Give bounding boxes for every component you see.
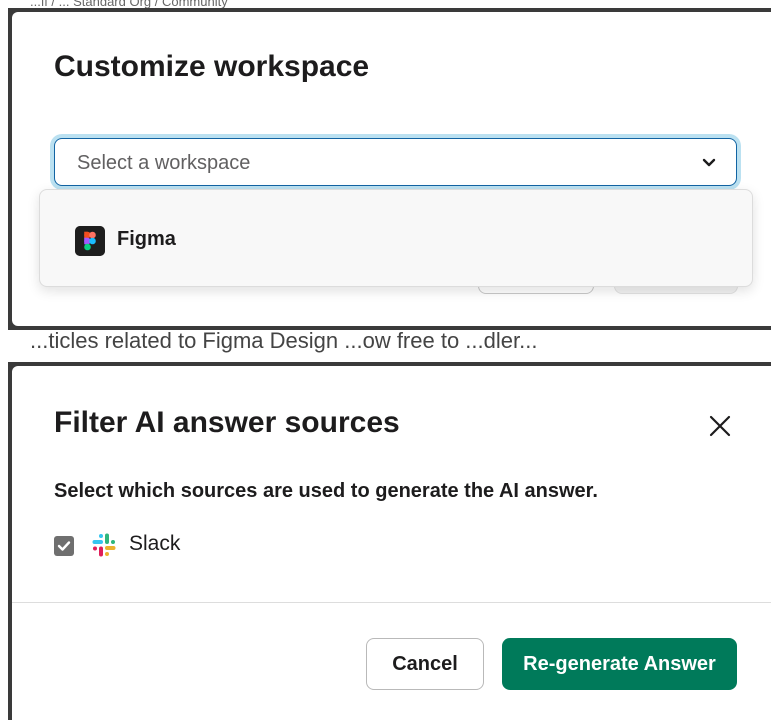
slack-source-checkbox[interactable]: [54, 536, 74, 556]
slack-logo-icon: [92, 533, 116, 557]
filter-sources-panel: Filter AI answer sources Select which so…: [8, 362, 771, 720]
dialog-description: Select which sources are used to generat…: [54, 480, 598, 502]
dialog-title: Customize workspace: [54, 50, 370, 83]
workspace-dropdown-menu: Figma: [39, 189, 753, 287]
close-icon[interactable]: [706, 412, 734, 440]
chevron-down-icon: [702, 158, 716, 167]
regenerate-answer-button[interactable]: Re-generate Answer: [502, 638, 737, 690]
footer-divider: [12, 602, 771, 603]
background-text: ...ticles related to Figma Design ...ow …: [30, 328, 538, 353]
workspace-select-placeholder: Select a workspace: [77, 152, 251, 174]
workspace-select[interactable]: Select a workspace: [54, 138, 737, 186]
dialog-title: Filter AI answer sources: [54, 406, 400, 439]
source-label-slack: Slack: [129, 532, 181, 555]
filter-sources-dialog: Filter AI answer sources Select which so…: [12, 366, 771, 720]
customize-workspace-dialog: Customize workspace Select a workspace F…: [12, 12, 771, 326]
customize-workspace-panel: Customize workspace Select a workspace F…: [8, 8, 771, 330]
figma-logo-icon: [75, 226, 105, 256]
dropdown-option-figma[interactable]: Figma: [40, 218, 752, 262]
checkmark-icon: [57, 541, 71, 551]
dropdown-option-label: Figma: [117, 228, 176, 250]
cancel-button[interactable]: Cancel: [366, 638, 484, 690]
